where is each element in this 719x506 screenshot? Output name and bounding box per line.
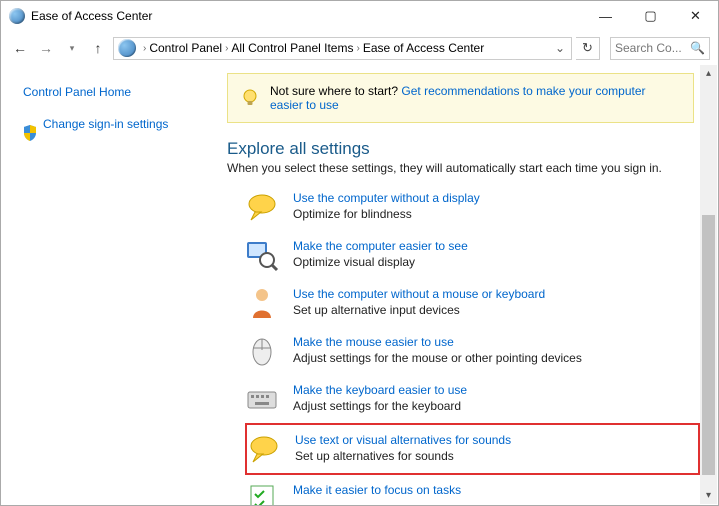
sidebar-home-link[interactable]: Control Panel Home [23, 85, 209, 99]
option-link[interactable]: Use text or visual alternatives for soun… [295, 433, 511, 447]
option-link[interactable]: Use the computer without a display [293, 191, 480, 205]
window-buttons: — ▢ ✕ [583, 2, 718, 31]
speech-bubble-icon [245, 190, 279, 224]
breadcrumb-sep-icon: › [140, 43, 149, 54]
option-desc: Set up alternative input devices [293, 303, 545, 317]
person-icon [245, 286, 279, 320]
option-easier-see[interactable]: Make the computer easier to see Optimize … [245, 231, 700, 279]
breadcrumb-sep-icon: › [222, 43, 231, 54]
search-input[interactable]: Search Co... 🔍 [610, 37, 710, 60]
explore-heading: Explore all settings [227, 139, 700, 159]
option-mouse-easier[interactable]: Make the mouse easier to use Adjust setti… [245, 327, 700, 375]
minimize-button[interactable]: — [583, 2, 628, 31]
vertical-scrollbar[interactable]: ▴ ▾ [700, 65, 717, 504]
option-no-mouse-keyboard[interactable]: Use the computer without a mouse or keyb… [245, 279, 700, 327]
close-button[interactable]: ✕ [673, 2, 718, 31]
option-desc: Adjust settings for the mouse or other p… [293, 351, 582, 365]
hint-box: Not sure where to start? Get recommendat… [227, 73, 694, 123]
breadcrumb-item[interactable]: All Control Panel Items [231, 41, 353, 55]
breadcrumb-item[interactable]: Control Panel [149, 41, 222, 55]
window-title: Ease of Access Center [31, 9, 152, 23]
option-focus-tasks[interactable]: Make it easier to focus on tasks [245, 475, 700, 505]
checklist-icon [245, 482, 279, 505]
scroll-thumb[interactable] [702, 215, 715, 475]
option-keyboard-easier[interactable]: Make the keyboard easier to use Adjust se… [245, 375, 700, 423]
magnifier-icon [245, 238, 279, 272]
breadcrumb-item[interactable]: Ease of Access Center [363, 41, 484, 55]
option-link[interactable]: Make the mouse easier to use [293, 335, 582, 349]
mouse-icon [245, 334, 279, 368]
search-icon: 🔍 [690, 41, 705, 55]
option-link[interactable]: Make the computer easier to see [293, 239, 468, 253]
explore-subtext: When you select these settings, they wil… [227, 161, 700, 175]
hint-prompt: Not sure where to start? [270, 84, 398, 98]
nav-back-button[interactable]: ← [9, 37, 31, 59]
nav-up-button[interactable]: ↑ [87, 37, 109, 59]
breadcrumb-dropdown-icon[interactable]: ⌄ [551, 41, 569, 55]
settings-list: Use the computer without a display Optimi… [221, 183, 700, 505]
refresh-button[interactable]: ↻ [576, 37, 600, 60]
keyboard-icon [245, 382, 279, 416]
option-link[interactable]: Make it easier to focus on tasks [293, 483, 461, 497]
title-bar: Ease of Access Center — ▢ ✕ [1, 1, 718, 31]
scroll-down-arrow-icon[interactable]: ▾ [700, 487, 717, 504]
option-desc: Set up alternatives for sounds [295, 449, 511, 463]
shield-icon [23, 125, 37, 141]
option-no-display[interactable]: Use the computer without a display Optimi… [245, 183, 700, 231]
location-icon [118, 39, 136, 57]
nav-forward-button[interactable]: → [35, 37, 57, 59]
nav-recent-button[interactable]: ▾ [61, 37, 83, 59]
option-link[interactable]: Make the keyboard easier to use [293, 383, 467, 397]
speech-bubble-icon [247, 432, 281, 466]
option-desc: Adjust settings for the keyboard [293, 399, 467, 413]
option-sound-alternatives[interactable]: Use text or visual alternatives for soun… [245, 423, 700, 475]
option-desc: Optimize for blindness [293, 207, 480, 221]
maximize-button[interactable]: ▢ [628, 2, 673, 31]
app-icon [9, 8, 25, 24]
nav-bar: ← → ▾ ↑ › Control Panel › All Control Pa… [1, 31, 718, 65]
breadcrumb-sep-icon: › [353, 43, 362, 54]
lightbulb-icon [240, 88, 260, 108]
search-placeholder: Search Co... [615, 41, 682, 55]
scroll-up-arrow-icon[interactable]: ▴ [700, 65, 717, 82]
sidebar: Control Panel Home Change sign-in settin… [1, 65, 221, 505]
sidebar-signin-link[interactable]: Change sign-in settings [43, 117, 168, 131]
option-desc: Optimize visual display [293, 255, 468, 269]
breadcrumb[interactable]: › Control Panel › All Control Panel Item… [113, 37, 572, 60]
content-area: Not sure where to start? Get recommendat… [221, 65, 718, 505]
option-link[interactable]: Use the computer without a mouse or keyb… [293, 287, 545, 301]
